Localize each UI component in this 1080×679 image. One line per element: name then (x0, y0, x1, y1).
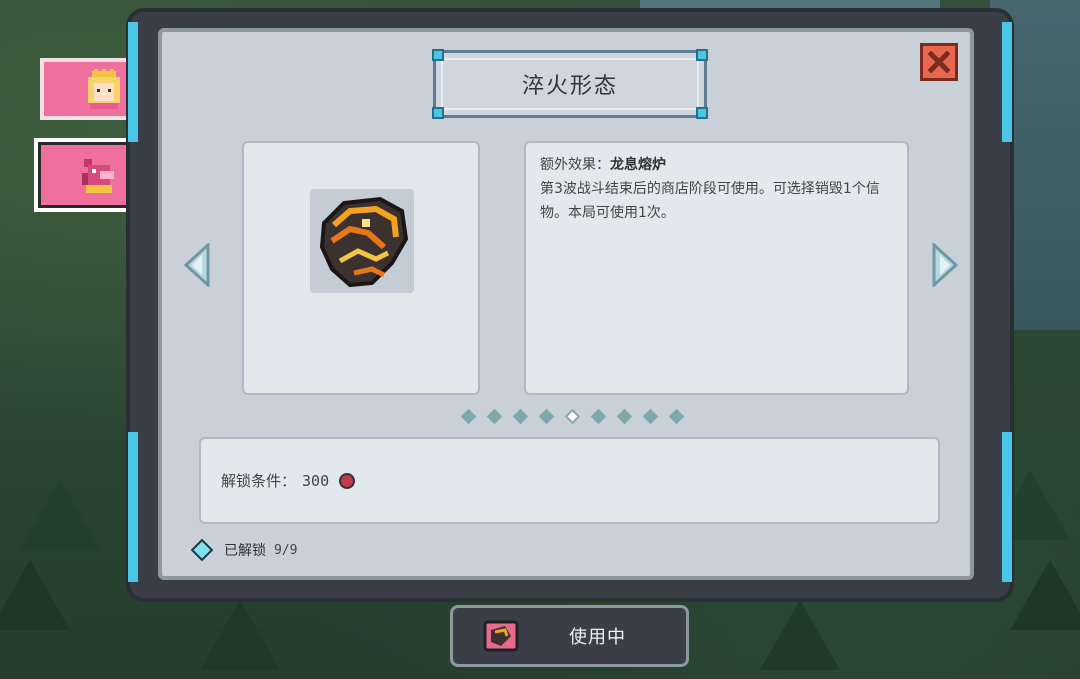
dragon-icon (82, 159, 114, 193)
unlock-cost: 300 (302, 471, 330, 490)
forge-gauntlet-icon (319, 196, 409, 288)
page-dot[interactable] (512, 408, 529, 425)
page-title: 淬火形态 (521, 74, 618, 99)
description-card: 额外效果：龙息熔炉 第3波战斗结束后的商店阶段可使用。可选择销毁1个信物。本局可… (524, 141, 909, 395)
use-button-label: 使用中 (569, 627, 626, 648)
pagination-dots (460, 408, 685, 425)
corner-stud (432, 49, 444, 61)
item-image-frame (310, 189, 414, 293)
corner-stud (696, 49, 708, 61)
unlock-condition-bar: 解锁条件： 300 (199, 437, 940, 524)
princess-icon (88, 69, 120, 109)
page-dot[interactable] (668, 408, 685, 425)
page-dot-active[interactable] (564, 408, 581, 425)
pine-tree (1010, 560, 1080, 630)
corner-stud (432, 107, 444, 119)
pine-tree (760, 600, 840, 670)
frame-accent (128, 432, 138, 582)
arrow-left-icon[interactable] (182, 243, 212, 287)
use-button[interactable]: 使用中 (450, 605, 689, 667)
gem-icon (339, 472, 356, 489)
page-dot[interactable] (616, 408, 633, 425)
title-plaque: 淬火形态 (432, 49, 708, 119)
effect-heading: 额外效果：龙息熔炉 (540, 153, 893, 177)
frame-accent (128, 22, 138, 142)
frame-accent (1002, 432, 1012, 582)
close-icon (928, 51, 950, 73)
form-thumbnail-icon (483, 620, 519, 652)
item-card (242, 141, 480, 395)
effect-name: 龙息熔炉 (610, 157, 666, 173)
page-dot[interactable] (460, 408, 477, 425)
pine-tree (20, 480, 100, 550)
arrow-right-icon[interactable] (930, 243, 960, 287)
page-dot[interactable] (590, 408, 607, 425)
page-dot[interactable] (642, 408, 659, 425)
unlocked-label: 已解锁 (224, 543, 266, 559)
close-button[interactable] (920, 43, 958, 81)
page-dot[interactable] (538, 408, 555, 425)
unlocked-count: 9/9 (274, 542, 298, 558)
frame-accent (1002, 22, 1012, 142)
corner-stud (696, 107, 708, 119)
diamond-icon (190, 538, 214, 562)
pine-tree (200, 600, 280, 670)
effect-description: 第3波战斗结束后的商店阶段可使用。可选择销毁1个信物。本局可使用1次。 (540, 181, 880, 221)
unlocked-counter: 已解锁 9/9 (190, 538, 298, 562)
unlock-label: 解锁条件： (221, 472, 297, 490)
page-dot[interactable] (486, 408, 503, 425)
pine-tree (0, 560, 70, 630)
effect-label: 额外效果： (540, 157, 610, 173)
